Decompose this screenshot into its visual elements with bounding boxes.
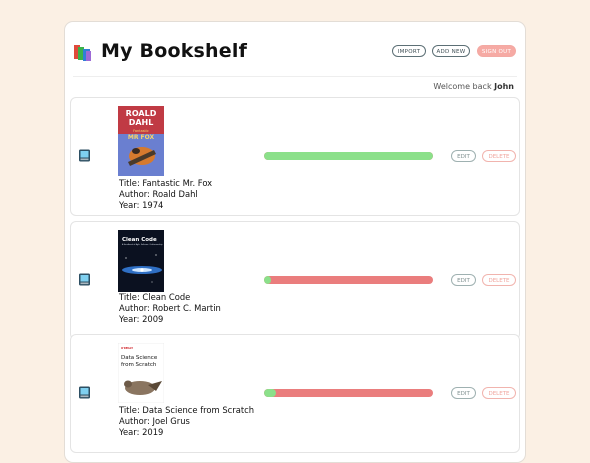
cover-title-2: from Scratch [121, 362, 157, 368]
header-divider [73, 76, 517, 77]
edit-button[interactable]: EDIT [451, 274, 476, 286]
header: My Bookshelf IMPORT ADD NEW SIGN OUT [65, 22, 525, 78]
cover-title: Clean Code [122, 237, 157, 243]
book-cover-image: O'REILLY Data Science from Scratch [118, 343, 164, 403]
e-reader-icon [79, 149, 90, 162]
delete-button[interactable]: DELETE [482, 150, 516, 162]
cover-title-1: Fantastic [133, 129, 149, 133]
reading-progress-bar [264, 276, 433, 284]
book-year: Year: 2009 [119, 314, 164, 324]
book-title: Title: Data Science from Scratch [119, 405, 255, 415]
progress-fill [264, 152, 433, 160]
reading-progress-bar [264, 152, 433, 160]
book-year: Year: 1974 [119, 200, 164, 210]
book-author: Author: Roald Dahl [119, 189, 198, 199]
cover-author-first: ROALD [126, 109, 157, 118]
cover-title-2: MR FOX [128, 134, 155, 141]
book-card: ROALD DAHL Fantastic MR FOX Title: Fanta… [70, 97, 520, 216]
book-info: Title: Data Science from Scratch Author:… [119, 405, 254, 438]
book-info: Title: Clean Code Author: Robert C. Mart… [119, 292, 221, 325]
cover-title-1: Data Science [121, 355, 158, 361]
edit-button[interactable]: EDIT [451, 387, 476, 399]
e-reader-icon [79, 386, 90, 399]
cover-publisher: O'REILLY [121, 346, 133, 350]
add-new-button[interactable]: ADD NEW [432, 45, 470, 57]
book-cover-image: ROALD DAHL Fantastic MR FOX [118, 106, 164, 176]
book-author: Author: Joel Grus [119, 416, 190, 426]
books-icon [74, 45, 91, 61]
book-card: O'REILLY Data Science from Scratch Title… [70, 334, 520, 453]
cover-subtitle: A Handbook of Agile Software Craftsmansh… [122, 243, 163, 246]
book-info: Title: Fantastic Mr. Fox Author: Roald D… [119, 178, 212, 211]
book-card: Clean Code A Handbook of Agile Software … [70, 221, 520, 340]
progress-fill [264, 389, 276, 397]
cover-author-last: DAHL [129, 118, 154, 127]
book-title: Title: Clean Code [119, 292, 191, 302]
delete-button[interactable]: DELETE [482, 387, 516, 399]
welcome-prefix: Welcome back [433, 82, 492, 91]
welcome-user: John [494, 82, 514, 91]
import-button[interactable]: IMPORT [392, 45, 426, 57]
book-title: Title: Fantastic Mr. Fox [119, 178, 213, 188]
sign-out-button[interactable]: SIGN OUT [477, 45, 516, 57]
book-cover-image: Clean Code A Handbook of Agile Software … [118, 230, 164, 292]
bookshelf-card: My Bookshelf IMPORT ADD NEW SIGN OUT Wel… [64, 21, 526, 463]
reading-progress-bar [264, 389, 433, 397]
page-title: My Bookshelf [101, 40, 248, 62]
edit-button[interactable]: EDIT [451, 150, 476, 162]
book-author: Author: Robert C. Martin [119, 303, 221, 313]
progress-fill [264, 276, 271, 284]
delete-button[interactable]: DELETE [482, 274, 516, 286]
book-year: Year: 2019 [119, 427, 164, 437]
e-reader-icon [79, 273, 90, 286]
welcome-message: Welcome back John [433, 82, 514, 91]
